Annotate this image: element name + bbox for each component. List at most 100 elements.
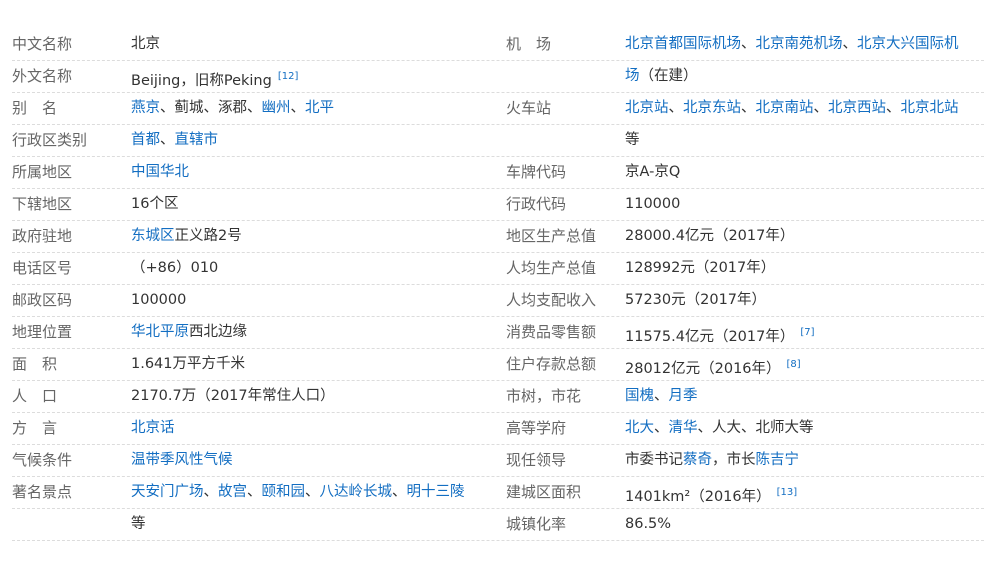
- value-link[interactable]: 温带季风性气候: [131, 452, 233, 468]
- value-text: 100000: [131, 292, 187, 308]
- value-text: 28012亿元（2016年）: [625, 361, 781, 377]
- value-link[interactable]: 北京话: [131, 420, 175, 436]
- value-link[interactable]: 北大: [625, 420, 654, 436]
- value-text: 、: [741, 36, 756, 52]
- field-label: 机 场: [506, 35, 552, 53]
- info-row: 行政区类别 首都、直辖市 等: [12, 125, 984, 157]
- info-row: 下辖地区 16个区 行政代码 110000: [12, 189, 984, 221]
- field-value: 128992元（2017年）: [625, 253, 775, 284]
- value-link[interactable]: 华北平原: [131, 324, 189, 340]
- value-link[interactable]: 北京西站: [828, 100, 886, 116]
- value-link[interactable]: 北京东站: [683, 100, 741, 116]
- field-value: 华北平原西北边缘: [131, 317, 247, 348]
- info-row: 著名景点 天安门广场、故宫、颐和园、八达岭长城、明十三陵 建城区面积 1401km²（…: [12, 477, 984, 509]
- field-label: 人 口: [12, 387, 58, 405]
- field-label: 高等学府: [506, 419, 567, 437]
- value-link[interactable]: 北京首都国际机场: [625, 36, 741, 52]
- value-text: （+86）010: [131, 260, 219, 276]
- value-text: 2170.7万（2017年常住人口）: [131, 388, 335, 404]
- info-row: 气候条件 温带季风性气候 现任领导 市委书记蔡奇，市长陈吉宁: [12, 445, 984, 477]
- value-link[interactable]: 蔡奇: [683, 452, 712, 468]
- field-value: （+86）010: [131, 253, 218, 284]
- value-link[interactable]: 东城区: [131, 228, 175, 244]
- value-text: 等: [625, 132, 640, 148]
- reference-link[interactable]: [8]: [787, 359, 801, 370]
- value-link[interactable]: 北京南站: [756, 100, 814, 116]
- value-link[interactable]: 月季: [669, 388, 698, 404]
- value-text: 、: [886, 100, 901, 116]
- info-row: 人 口 2170.7万（2017年常住人口） 市树，市花 国槐、月季: [12, 381, 984, 413]
- field-label: 火车站: [506, 99, 552, 117]
- value-link[interactable]: 直辖市: [175, 132, 219, 148]
- value-text: ，市长: [712, 452, 756, 468]
- reference-link[interactable]: [7]: [800, 327, 814, 338]
- field-value: 等: [131, 509, 146, 540]
- field-label: 人均支配收入: [506, 291, 597, 309]
- field-label: 所属地区: [12, 163, 73, 181]
- value-text: 、: [160, 132, 175, 148]
- value-text: 、: [305, 484, 320, 500]
- field-value: 场（在建）: [625, 61, 698, 92]
- value-text: 、: [290, 100, 306, 116]
- field-value: 北京: [131, 29, 160, 60]
- field-value: 11575.4亿元（2017年） [7]: [625, 317, 815, 348]
- field-value: 28012亿元（2016年） [8]: [625, 349, 801, 380]
- value-link[interactable]: 国槐: [625, 388, 654, 404]
- field-value: 2170.7万（2017年常住人口）: [131, 381, 335, 412]
- field-label: 政府驻地: [12, 227, 73, 245]
- value-link[interactable]: 华北: [160, 164, 189, 180]
- field-value: 温带季风性气候: [131, 445, 233, 476]
- value-text: 、: [741, 100, 756, 116]
- value-link[interactable]: 北京南苑机场: [756, 36, 843, 52]
- info-row: 方 言 北京话 高等学府 北大、清华、人大、北师大等: [12, 413, 984, 445]
- value-link[interactable]: 清华: [669, 420, 698, 436]
- value-link[interactable]: 燕京: [131, 100, 160, 116]
- info-row: 政府驻地 东城区正义路2号 地区生产总值 28000.4亿元（2017年）: [12, 221, 984, 253]
- value-link[interactable]: 颐和园: [262, 484, 306, 500]
- value-link[interactable]: 北京大兴国际机: [857, 36, 959, 52]
- field-label: 面 积: [12, 355, 58, 373]
- field-label: 建城区面积: [506, 483, 582, 501]
- field-label: 住户存款总额: [506, 355, 597, 373]
- value-text: 京A-京Q: [625, 164, 681, 180]
- field-value: 100000: [131, 285, 186, 316]
- value-link[interactable]: 天安门广场: [131, 484, 204, 500]
- field-label: 方 言: [12, 419, 58, 437]
- field-value: 北大、清华、人大、北师大等: [625, 413, 814, 444]
- field-label: 气候条件: [12, 451, 73, 469]
- field-value: 1401km²（2016年） [13]: [625, 477, 797, 508]
- field-label: 车牌代码: [506, 163, 567, 181]
- value-text: 、: [654, 420, 669, 436]
- value-link[interactable]: 八达岭长城: [320, 484, 393, 500]
- value-text: 、: [813, 100, 829, 116]
- value-link[interactable]: 明十三陵: [407, 484, 465, 500]
- value-text: 57230元（2017年）: [625, 292, 767, 308]
- value-link[interactable]: 故宫: [218, 484, 247, 500]
- value-link[interactable]: 陈吉宁: [756, 452, 800, 468]
- field-label: 城镇化率: [506, 515, 567, 533]
- field-label: 人均生产总值: [506, 259, 597, 277]
- value-text: 1.641万平方千米: [131, 356, 246, 372]
- info-row: 邮政区码 100000 人均支配收入 57230元（2017年）: [12, 285, 984, 317]
- value-text: 、: [668, 100, 684, 116]
- field-value: 天安门广场、故宫、颐和园、八达岭长城、明十三陵: [131, 477, 465, 508]
- value-text: 市委书记: [625, 452, 683, 468]
- value-text: 、人大、北师大等: [697, 420, 814, 436]
- value-text: 、: [392, 484, 407, 500]
- field-value: 北京话: [131, 413, 175, 444]
- value-link[interactable]: 北平: [305, 100, 334, 116]
- field-label: 电话区号: [12, 259, 73, 277]
- field-label: 著名景点: [12, 483, 73, 501]
- info-row: 外文名称 Beijing，旧称Peking [12] 场（在建）: [12, 61, 984, 93]
- value-link[interactable]: 中国: [131, 164, 160, 180]
- value-link[interactable]: 首都: [131, 132, 160, 148]
- reference-link[interactable]: [12]: [278, 71, 299, 82]
- field-label: 外文名称: [12, 67, 73, 85]
- value-link[interactable]: 场: [625, 68, 640, 84]
- value-link[interactable]: 北京北站: [901, 100, 959, 116]
- value-link[interactable]: 北京站: [625, 100, 669, 116]
- info-row: 地理位置 华北平原西北边缘 消费品零售额 11575.4亿元（2017年） [7]: [12, 317, 984, 349]
- value-link[interactable]: 幽州: [262, 100, 291, 116]
- reference-link[interactable]: [13]: [777, 487, 798, 498]
- value-text: 正义路2号: [174, 228, 242, 244]
